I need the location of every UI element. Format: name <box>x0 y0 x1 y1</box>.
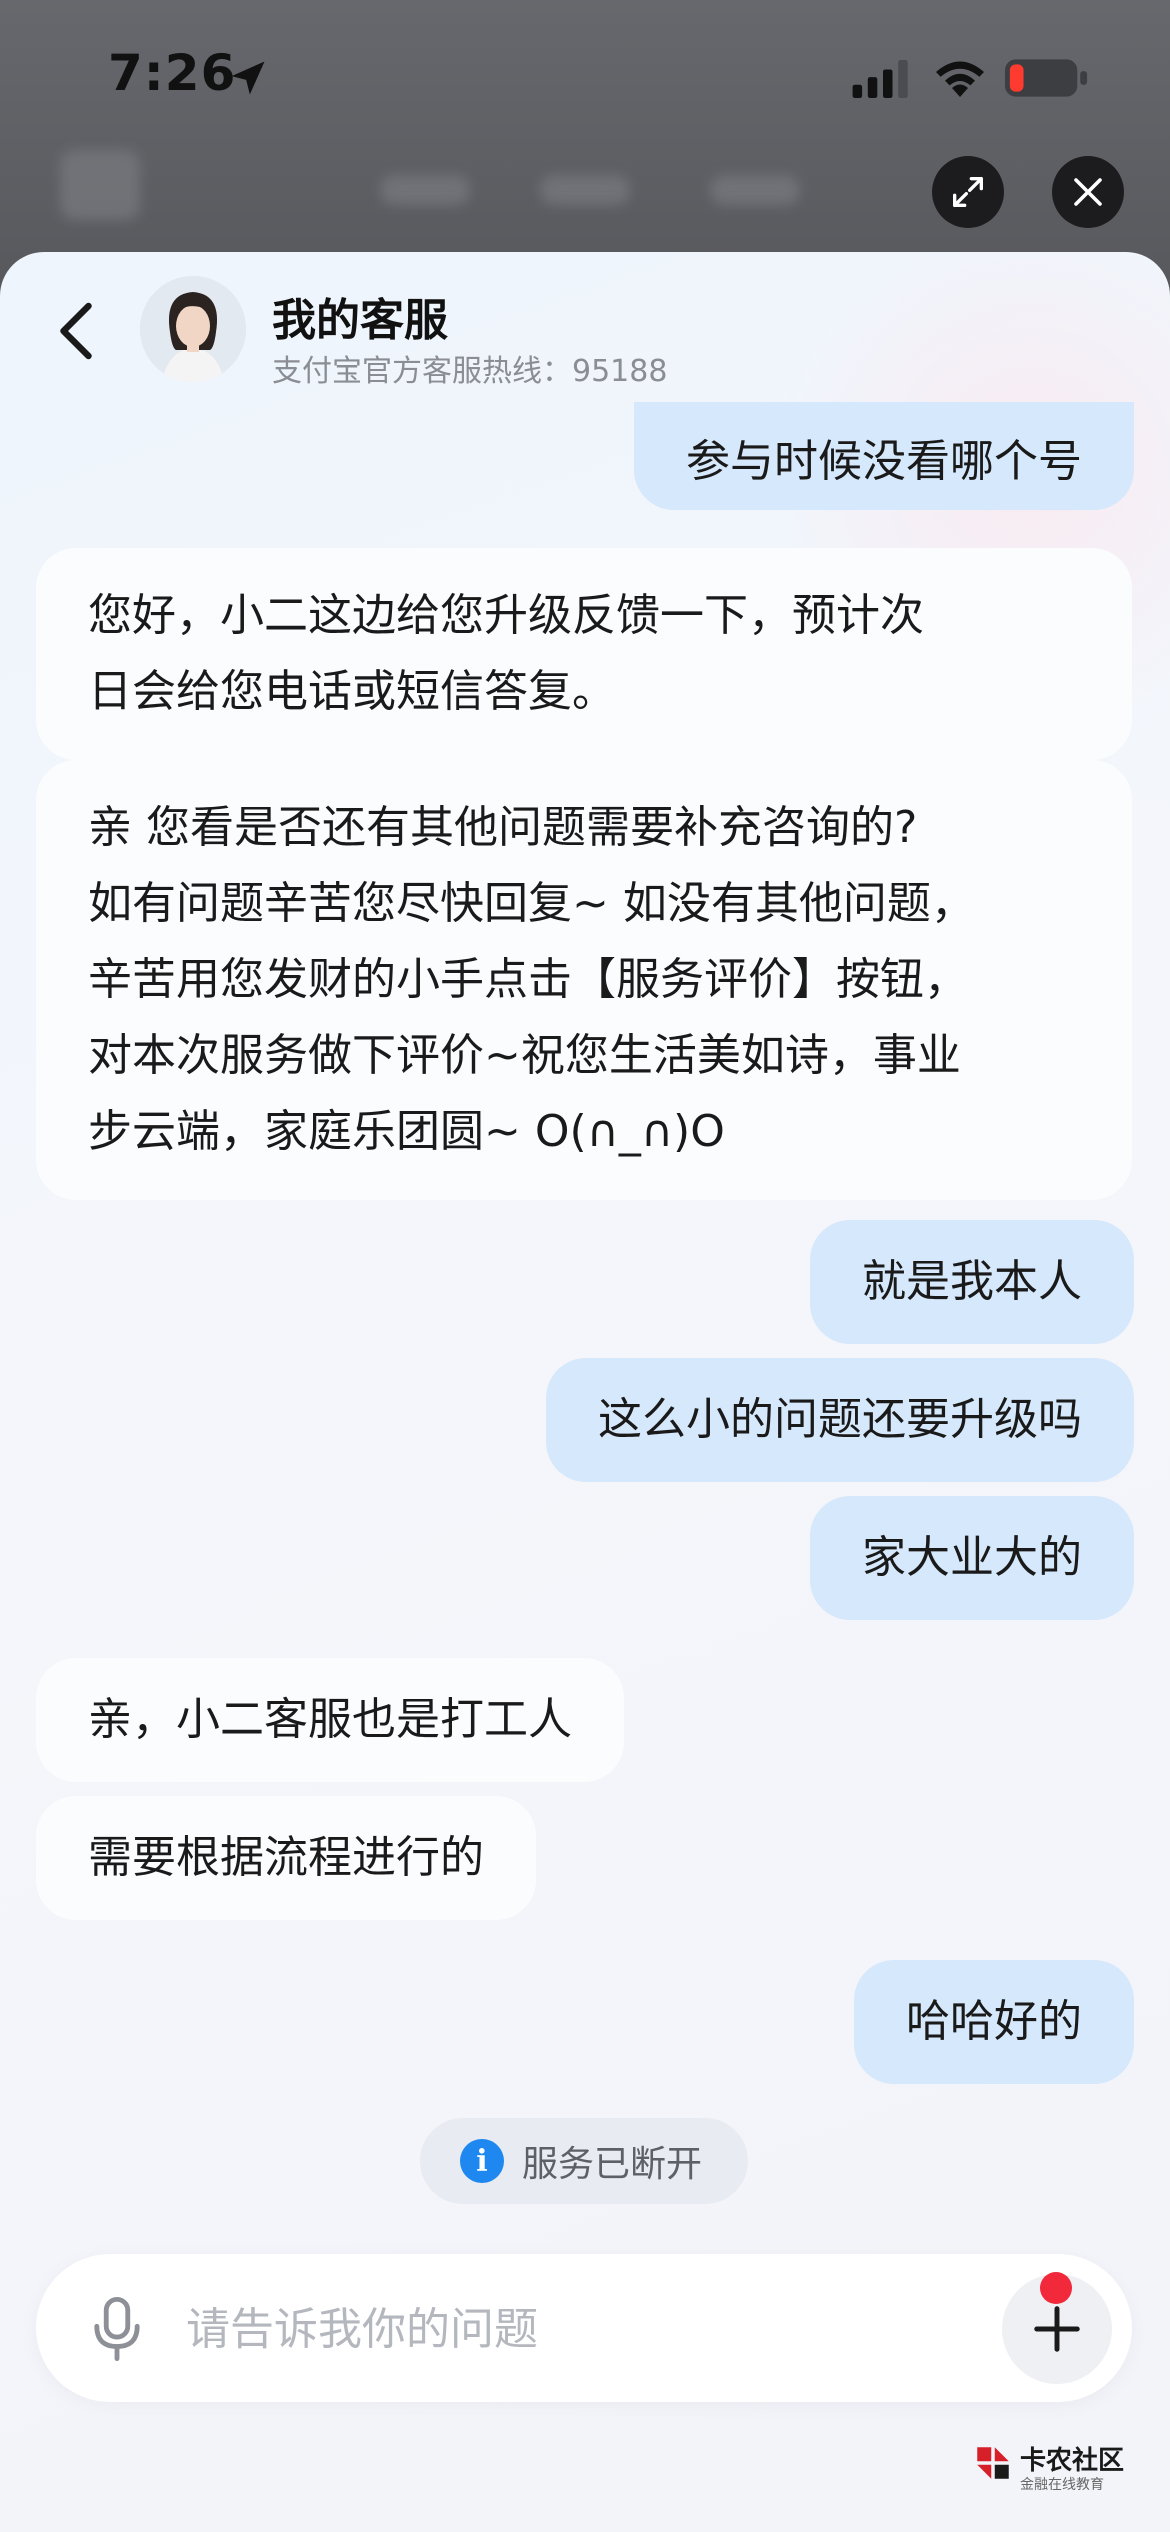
message-text: 家大业大的 <box>862 1532 1082 1583</box>
message-text: 辛苦用您发财的小手点击【服务评价】按钮， <box>88 954 968 1005</box>
user-message: 参与时候没看哪个号 <box>634 402 1134 510</box>
plus-icon <box>1034 2306 1080 2352</box>
user-message: 就是我本人 <box>810 1220 1134 1344</box>
message-text: 亲，小二客服也是打工人 <box>88 1694 572 1745</box>
expand-icon <box>953 177 983 207</box>
status-bar: 7:26 <box>0 0 1170 150</box>
agent-message: 亲，小二客服也是打工人 <box>36 1658 624 1782</box>
watermark-subtitle: 金融在线教育 <box>1020 2477 1104 2493</box>
message-text: 亲 您看是否还有其他问题需要补充咨询的? <box>88 802 918 853</box>
message-text: 步云端，家庭乐团圆~ O(∩_∩)O <box>88 1106 725 1157</box>
location-arrow-icon <box>231 61 265 95</box>
agent-message: 您好，小二这边给您升级反馈一下，预计次 日会给您电话或短信答复。 <box>36 548 1132 760</box>
wifi-icon <box>936 61 984 97</box>
battery-low-icon <box>1004 59 1088 97</box>
chat-header: 我的客服 支付宝官方客服热线：95188 <box>0 252 1170 402</box>
close-icon <box>1074 178 1102 206</box>
expand-button[interactable] <box>932 156 1004 228</box>
back-arrow-icon[interactable] <box>46 296 106 366</box>
close-button[interactable] <box>1052 156 1124 228</box>
kanong-logo-icon <box>977 2447 1009 2479</box>
message-text: 参与时候没看哪个号 <box>686 436 1082 487</box>
agent-avatar <box>140 276 246 382</box>
user-message: 哈哈好的 <box>854 1960 1134 2084</box>
hotline-subtitle: 支付宝官方客服热线：95188 <box>272 354 668 389</box>
agent-message: 亲 您看是否还有其他问题需要补充咨询的? 如有问题辛苦您尽快回复~ 如没有其他问… <box>36 760 1132 1200</box>
status-time: 7:26 <box>108 44 237 102</box>
message-text: 日会给您电话或短信答复。 <box>88 666 616 717</box>
watermark-title: 卡农社区 <box>1020 2446 1125 2476</box>
agent-message: 需要根据流程进行的 <box>36 1796 536 1920</box>
message-text: 哈哈好的 <box>906 1996 1082 2047</box>
message-text: 对本次服务做下评价~祝您生活美如诗，事业 <box>88 1030 961 1081</box>
notification-badge <box>1040 2272 1072 2304</box>
user-message: 这么小的问题还要升级吗 <box>546 1358 1134 1482</box>
message-input[interactable] <box>186 2294 1006 2364</box>
message-input-bar <box>36 2254 1132 2402</box>
user-message: 家大业大的 <box>810 1496 1134 1620</box>
service-disconnected-notice: i 服务已断开 <box>420 2118 748 2204</box>
watermark: 卡农社区 金融在线教育 <box>972 2436 1162 2506</box>
message-text: 就是我本人 <box>862 1256 1082 1307</box>
message-text: 需要根据流程进行的 <box>88 1832 484 1883</box>
info-icon: i <box>460 2139 504 2183</box>
notice-text: 服务已断开 <box>522 2144 703 2185</box>
chat-title: 我的客服 <box>272 295 448 346</box>
message-text: 如有问题辛苦您尽快回复~ 如没有其他问题， <box>88 878 975 929</box>
message-text: 您好，小二这边给您升级反馈一下，预计次 <box>88 590 924 641</box>
message-text: 这么小的问题还要升级吗 <box>598 1394 1082 1445</box>
microphone-icon[interactable] <box>84 2294 150 2364</box>
cellular-signal-icon <box>852 60 908 98</box>
